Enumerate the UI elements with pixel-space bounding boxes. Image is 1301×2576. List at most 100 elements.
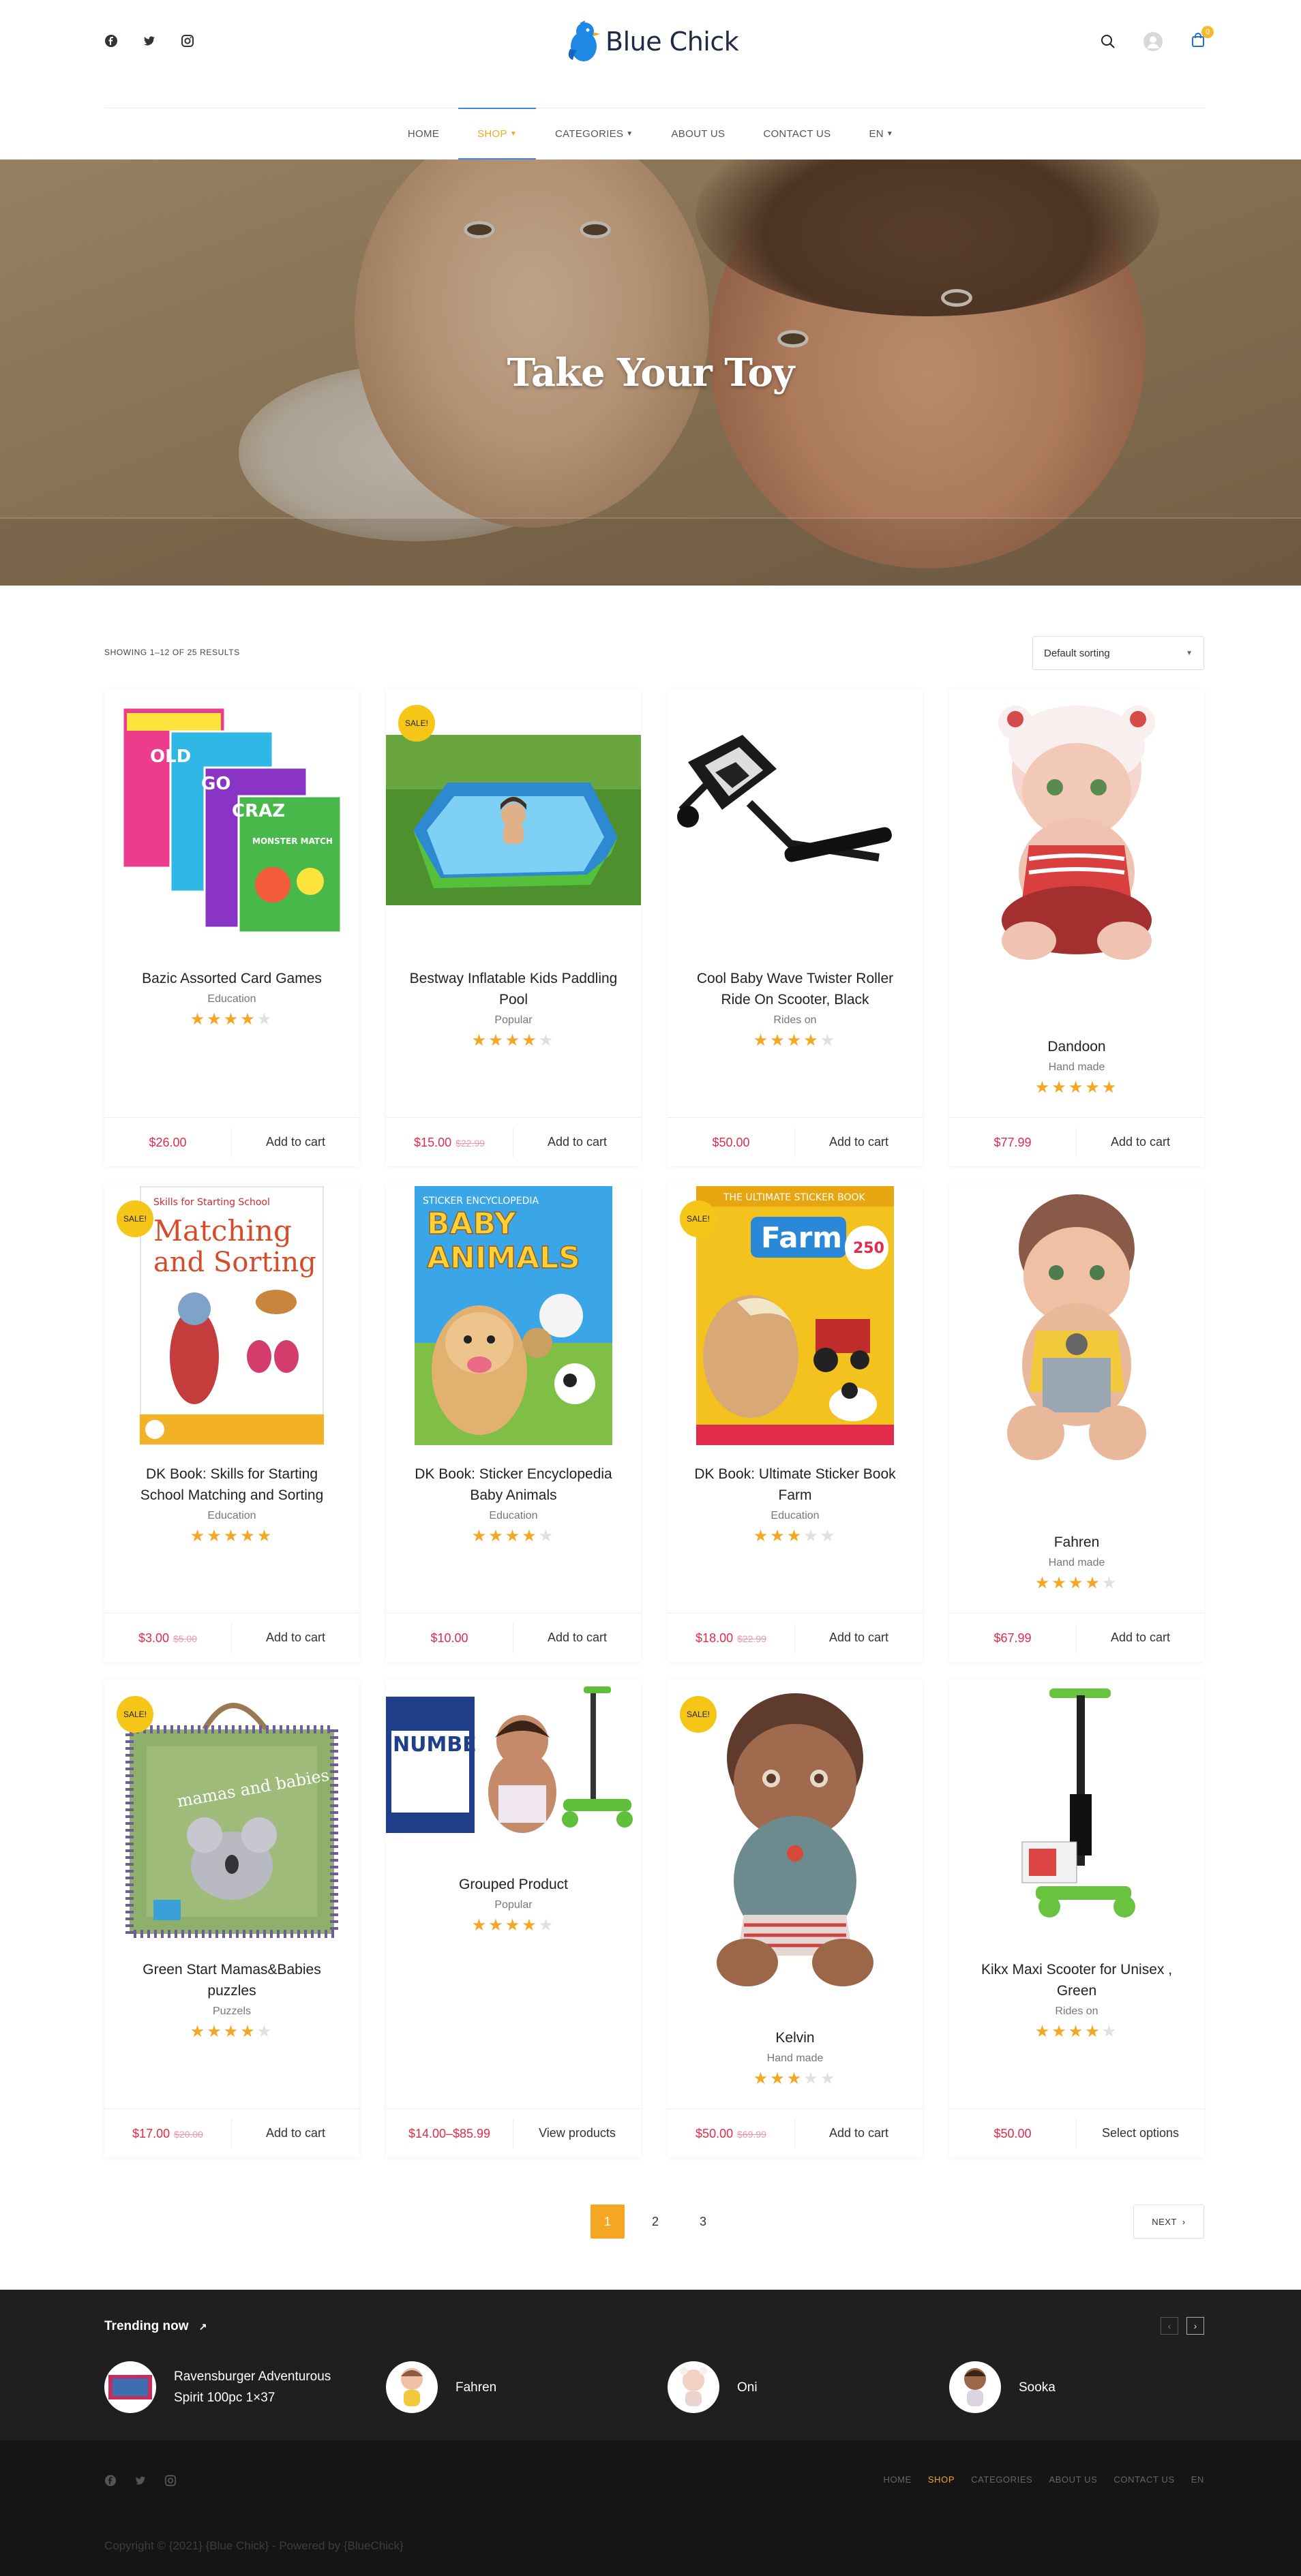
- add-to-cart-button[interactable]: Add to cart: [232, 1631, 359, 1645]
- nav-categories[interactable]: CATEGORIES ▼: [536, 108, 652, 160]
- product-category[interactable]: Education: [104, 993, 359, 1005]
- add-to-cart-button[interactable]: Add to cart: [513, 1631, 641, 1645]
- star-filled-icon: ★: [471, 1527, 489, 1545]
- nav-language[interactable]: EN ▼: [850, 108, 912, 160]
- twitter-icon[interactable]: [134, 2474, 147, 2487]
- view-products-button[interactable]: View products: [513, 2126, 641, 2140]
- instagram-icon[interactable]: [164, 2474, 177, 2487]
- product-category[interactable]: Hand made: [949, 1061, 1204, 1074]
- product-card[interactable]: SALE! mamas and babies Green Start Mamas…: [104, 1680, 359, 2157]
- footer-nav-about-us[interactable]: ABOUT US: [1049, 2474, 1097, 2485]
- product-card[interactable]: NUMBE Grouped Product Popular ★★★★★ $14.…: [386, 1680, 641, 2157]
- add-to-cart-button[interactable]: Add to cart: [795, 1135, 923, 1149]
- trending-item[interactable]: Oni: [668, 2361, 949, 2413]
- star-filled-icon: ★: [753, 1527, 771, 1545]
- product-card[interactable]: SALE! Kelvin Hand made ★★★★★ $50.00 $69.…: [668, 1680, 923, 2157]
- star-empty-icon: ★: [803, 1527, 820, 1545]
- product-category[interactable]: Education: [668, 1510, 923, 1522]
- add-to-cart-button[interactable]: Add to cart: [795, 1631, 923, 1645]
- footer-nav-language[interactable]: EN: [1191, 2474, 1204, 2485]
- product-image[interactable]: [949, 688, 1204, 1002]
- product-title[interactable]: Bestway Inflatable Kids Paddling Pool: [386, 968, 641, 1010]
- product-price: $17.00 $20.00: [104, 2118, 232, 2149]
- product-card[interactable]: Kikx Maxi Scooter for Unisex , Green Rid…: [949, 1680, 1204, 2157]
- product-title[interactable]: Green Start Mamas&Babies puzzles: [104, 1959, 359, 2001]
- twitter-icon[interactable]: [143, 34, 156, 48]
- product-title[interactable]: Grouped Product: [386, 1874, 641, 1895]
- page-3[interactable]: 3: [686, 2204, 720, 2239]
- add-to-cart-button[interactable]: Add to cart: [513, 1135, 641, 1149]
- nav-contact-us[interactable]: CONTACT US: [744, 108, 850, 160]
- scooter-black-image: [677, 734, 892, 862]
- star-filled-icon: ★: [1101, 1078, 1119, 1097]
- product-image[interactable]: NUMBE: [386, 1680, 641, 1857]
- product-title[interactable]: Cool Baby Wave Twister Roller Ride On Sc…: [668, 968, 923, 1010]
- trending-item[interactable]: Sooka: [949, 2361, 1231, 2413]
- product-category[interactable]: Popular: [386, 1899, 641, 1911]
- product-category[interactable]: Hand made: [949, 1557, 1204, 1569]
- product-image[interactable]: OLD GO CRAZ MONSTER MATCH: [104, 688, 359, 951]
- product-image[interactable]: [949, 1680, 1204, 1942]
- product-card[interactable]: Dandoon Hand made ★★★★★ $77.99 Add to ca…: [949, 688, 1204, 1166]
- product-title[interactable]: Dandoon: [949, 1036, 1204, 1057]
- product-card[interactable]: STICKER ENCYCLOPEDIA BABY ANIMALS DK Boo…: [386, 1184, 641, 1662]
- product-category[interactable]: Rides on: [949, 2005, 1204, 2018]
- kelvin-doll-image: [717, 1693, 873, 1986]
- product-category[interactable]: Popular: [386, 1014, 641, 1027]
- product-image[interactable]: [668, 688, 923, 951]
- product-category[interactable]: Rides on: [668, 1014, 923, 1027]
- add-to-cart-button[interactable]: Add to cart: [232, 2126, 359, 2140]
- product-image[interactable]: [949, 1184, 1204, 1498]
- add-to-cart-button[interactable]: Add to cart: [1077, 1135, 1204, 1149]
- page-1[interactable]: 1: [590, 2204, 625, 2239]
- product-title[interactable]: Fahren: [949, 1532, 1204, 1553]
- product-card[interactable]: SALE! THE ULTIMATE STICKER BOOK Farm 250: [668, 1184, 923, 1662]
- product-card[interactable]: Cool Baby Wave Twister Roller Ride On Sc…: [668, 688, 923, 1166]
- star-filled-icon: ★: [522, 1527, 539, 1545]
- next-page-button[interactable]: NEXT ›: [1133, 2204, 1204, 2239]
- add-to-cart-button[interactable]: Add to cart: [795, 2126, 923, 2140]
- star-empty-icon: ★: [1101, 1574, 1119, 1592]
- nav-shop[interactable]: SHOP ▼: [458, 108, 536, 160]
- trending-prev-button[interactable]: ‹: [1161, 2317, 1178, 2335]
- footer-nav-shop[interactable]: SHOP: [928, 2474, 955, 2485]
- trending-item[interactable]: Ravensburger Adventurous Spirit 100pc 1×…: [104, 2361, 386, 2413]
- star-filled-icon: ★: [207, 1527, 224, 1545]
- product-card[interactable]: SALE! Skills for Starting School Matchin…: [104, 1184, 359, 1662]
- nav-home[interactable]: HOME: [389, 108, 458, 160]
- product-title[interactable]: Kikx Maxi Scooter for Unisex , Green: [949, 1959, 1204, 2001]
- select-options-button[interactable]: Select options: [1077, 2126, 1204, 2140]
- trending-item[interactable]: Fahren: [386, 2361, 668, 2413]
- cart-button[interactable]: 0: [1191, 25, 1214, 51]
- product-category[interactable]: Hand made: [668, 2052, 923, 2065]
- product-card[interactable]: SALE! Bestway Inflatable Kids Paddling P…: [386, 688, 641, 1166]
- product-title[interactable]: DK Book: Ultimate Sticker Book Farm: [668, 1464, 923, 1506]
- site-logo[interactable]: Blue Chick: [566, 19, 739, 64]
- product-category[interactable]: Education: [386, 1510, 641, 1522]
- search-icon[interactable]: [1101, 34, 1116, 49]
- product-title[interactable]: DK Book: Skills for Starting School Matc…: [104, 1464, 359, 1506]
- product-category[interactable]: Puzzels: [104, 2005, 359, 2018]
- add-to-cart-button[interactable]: Add to cart: [1077, 1631, 1204, 1645]
- rating-stars: ★★★★★: [104, 1526, 359, 1546]
- product-category[interactable]: Education: [104, 1510, 359, 1522]
- product-card[interactable]: OLD GO CRAZ MONSTER MATCH Bazic Assorted…: [104, 688, 359, 1166]
- rating-stars: ★★★★★: [386, 1915, 641, 1935]
- instagram-icon[interactable]: [181, 34, 194, 48]
- trending-next-button[interactable]: ›: [1186, 2317, 1204, 2335]
- user-avatar-icon[interactable]: [1143, 31, 1163, 52]
- footer-nav-contact-us[interactable]: CONTACT US: [1113, 2474, 1174, 2485]
- product-card[interactable]: Fahren Hand made ★★★★★ $67.99 Add to car…: [949, 1184, 1204, 1662]
- footer-nav-categories[interactable]: CATEGORIES: [971, 2474, 1032, 2485]
- nav-about-us[interactable]: ABOUT US: [653, 108, 745, 160]
- product-title[interactable]: Bazic Assorted Card Games: [104, 968, 359, 989]
- product-image[interactable]: STICKER ENCYCLOPEDIA BABY ANIMALS: [386, 1184, 641, 1446]
- facebook-icon[interactable]: [104, 2474, 117, 2487]
- add-to-cart-button[interactable]: Add to cart: [232, 1135, 359, 1149]
- page-2[interactable]: 2: [638, 2204, 672, 2239]
- product-title[interactable]: Kelvin: [668, 2027, 923, 2048]
- footer-nav-home[interactable]: HOME: [883, 2474, 911, 2485]
- facebook-icon[interactable]: [104, 34, 118, 48]
- sorting-select[interactable]: Default sorting ▼: [1032, 636, 1204, 670]
- product-title[interactable]: DK Book: Sticker Encyclopedia Baby Anima…: [386, 1464, 641, 1506]
